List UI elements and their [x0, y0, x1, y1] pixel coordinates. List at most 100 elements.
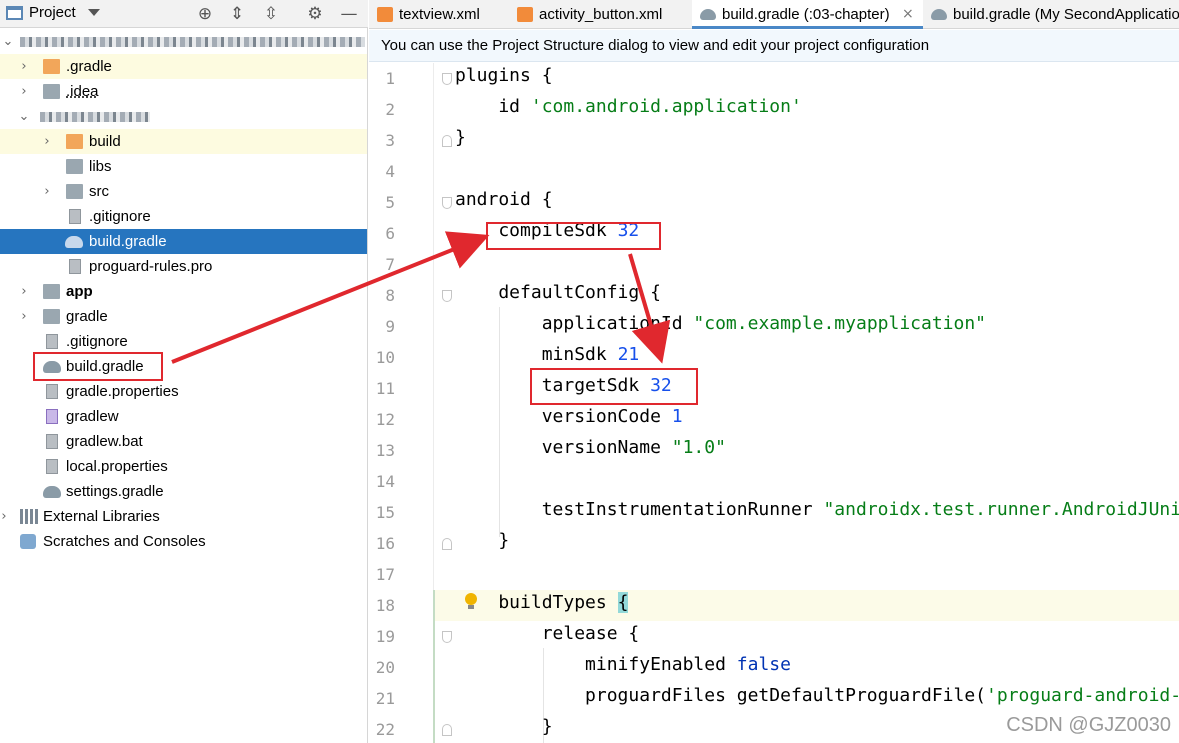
- code-line[interactable]: release {: [455, 623, 640, 644]
- tree-row-gradlew[interactable]: gradlew: [0, 404, 367, 429]
- chevron-right-icon[interactable]: ›: [18, 54, 30, 79]
- code-line[interactable]: versionCode 1: [455, 406, 683, 427]
- tree-row-build-gradle-module[interactable]: build.gradle: [0, 229, 367, 254]
- fold-marker-icon[interactable]: [442, 631, 452, 643]
- folder-gray-icon: [43, 84, 60, 99]
- tree-row-idea[interactable]: › .idea: [0, 79, 367, 104]
- tree-row-gradle-dir[interactable]: › .gradle: [0, 54, 367, 79]
- tree-item-label: libs: [89, 158, 112, 175]
- shell-script-icon: [46, 409, 58, 424]
- project-panel-header: Project ⊕ ⇕ ⇳ ⚙ —: [0, 0, 368, 28]
- close-icon[interactable]: ×: [902, 0, 914, 29]
- code-editor[interactable]: plugins { id 'com.android.application'} a…: [369, 63, 1179, 743]
- code-line[interactable]: buildTypes {: [455, 592, 629, 613]
- tree-item-label: build.gradle: [89, 233, 167, 250]
- tree-row-scratches[interactable]: Scratches and Consoles: [0, 529, 367, 554]
- fold-marker-icon[interactable]: [442, 197, 452, 209]
- gear-icon[interactable]: ⚙: [304, 3, 326, 25]
- code-line[interactable]: minifyEnabled false: [455, 654, 791, 675]
- code-line[interactable]: android {: [455, 189, 553, 210]
- code-token: "1.0": [671, 437, 726, 458]
- line-number: 15: [375, 503, 395, 522]
- line-number: 14: [375, 472, 395, 491]
- tree-item-label: Scratches and Consoles: [43, 533, 206, 550]
- tree-item-label: .gitignore: [66, 333, 128, 350]
- code-token: minifyEnabled: [455, 654, 737, 675]
- tab-textview-xml[interactable]: textview.xml: [369, 0, 509, 29]
- line-number: 19: [375, 627, 395, 646]
- chevron-right-icon[interactable]: ›: [0, 504, 10, 529]
- tab-build-gradle-03-chapter[interactable]: build.gradle (:03-chapter) ×: [692, 0, 923, 29]
- tree-row-local-properties[interactable]: local.properties: [0, 454, 367, 479]
- fold-marker-icon[interactable]: [442, 135, 452, 147]
- tab-build-gradle-my-second-app[interactable]: build.gradle (My SecondApplicatio: [923, 0, 1179, 29]
- tree-row-gradle-properties[interactable]: gradle.properties: [0, 379, 367, 404]
- tree-row-gitignore-module[interactable]: .gitignore: [0, 204, 367, 229]
- collapse-all-icon[interactable]: ⇳: [260, 3, 282, 25]
- code-line[interactable]: versionName "1.0": [455, 437, 726, 458]
- tree-row-settings-gradle[interactable]: settings.gradle: [0, 479, 367, 504]
- code-line[interactable]: plugins {: [455, 65, 553, 86]
- fold-marker-icon[interactable]: [442, 73, 452, 85]
- tree-row-build[interactable]: › build: [0, 129, 367, 154]
- xml-file-icon: [377, 7, 393, 22]
- banner-text: You can use the Project Structure dialog…: [381, 37, 930, 54]
- tree-row-gradle[interactable]: › gradle: [0, 304, 367, 329]
- code-line[interactable]: id 'com.android.application': [455, 96, 802, 117]
- chevron-down-icon[interactable]: ⌄: [18, 104, 30, 129]
- line-number: 4: [385, 162, 395, 181]
- fold-marker-icon[interactable]: [442, 724, 452, 736]
- code-line[interactable]: }: [455, 716, 553, 737]
- code-token: }: [455, 530, 510, 551]
- tree-row-gitignore-root[interactable]: .gitignore: [0, 329, 367, 354]
- tree-row-external-libraries[interactable]: › External Libraries: [0, 504, 367, 529]
- tree-item-label: gradlew.bat: [66, 433, 143, 450]
- code-token: "androidx.test.runner.AndroidJUnitRunner…: [823, 499, 1179, 520]
- tree-item-label: src: [89, 183, 109, 200]
- expand-all-icon[interactable]: ⇕: [226, 3, 248, 25]
- locate-file-icon[interactable]: ⊕: [194, 3, 216, 25]
- code-line[interactable]: defaultConfig {: [455, 282, 661, 303]
- line-number: 11: [375, 379, 395, 398]
- tree-row-app[interactable]: › app: [0, 279, 367, 304]
- fold-marker-icon[interactable]: [442, 290, 452, 302]
- line-number: 7: [385, 255, 395, 274]
- project-view-selector[interactable]: Project: [6, 4, 100, 21]
- tree-item-label: proguard-rules.pro: [89, 258, 213, 275]
- code-line[interactable]: minSdk 21: [455, 344, 640, 365]
- code-line[interactable]: }: [455, 127, 466, 148]
- tab-activity-button-xml[interactable]: activity_button.xml: [509, 0, 692, 29]
- tree-row-libs[interactable]: libs: [0, 154, 367, 179]
- line-number: 8: [385, 286, 395, 305]
- fold-marker-icon[interactable]: [442, 538, 452, 550]
- chevron-right-icon[interactable]: ›: [41, 129, 53, 154]
- chevron-right-icon[interactable]: ›: [18, 279, 30, 304]
- tree-row-gradlew-bat[interactable]: gradlew.bat: [0, 429, 367, 454]
- chevron-right-icon[interactable]: ›: [41, 179, 53, 204]
- code-token: 'proguard-android-optimize.txt': [986, 685, 1179, 706]
- chevron-down-icon[interactable]: [87, 9, 100, 16]
- tree-row-src[interactable]: › src: [0, 179, 367, 204]
- gradle-file-icon: [43, 486, 61, 498]
- tree-row-root[interactable]: ⌄: [0, 29, 367, 54]
- code-line[interactable]: testInstrumentationRunner "androidx.test…: [455, 499, 1179, 520]
- line-number: 3: [385, 131, 395, 150]
- chevron-right-icon[interactable]: ›: [18, 304, 30, 329]
- tree-row-module[interactable]: ⌄: [0, 104, 367, 129]
- code-line[interactable]: proguardFiles getDefaultProguardFile('pr…: [455, 685, 1179, 706]
- chevron-right-icon[interactable]: ›: [18, 79, 30, 104]
- line-number: 17: [375, 565, 395, 584]
- text-file-icon: [46, 434, 58, 449]
- redacted-module-name: [40, 112, 150, 122]
- tree-row-proguard[interactable]: proguard-rules.pro: [0, 254, 367, 279]
- editor-tab-bar: textview.xml activity_button.xml build.g…: [369, 0, 1179, 29]
- code-token: 'com.android.application': [530, 96, 802, 117]
- code-token: testInstrumentationRunner: [455, 499, 824, 520]
- chevron-down-icon[interactable]: ⌄: [2, 29, 14, 54]
- tree-item-label: gradle: [66, 308, 108, 325]
- code-line[interactable]: applicationId "com.example.myapplication…: [455, 313, 986, 334]
- hide-panel-icon[interactable]: —: [338, 3, 360, 25]
- code-line[interactable]: }: [455, 530, 509, 551]
- project-structure-banner: You can use the Project Structure dialog…: [369, 30, 1179, 62]
- code-token: id: [455, 96, 531, 117]
